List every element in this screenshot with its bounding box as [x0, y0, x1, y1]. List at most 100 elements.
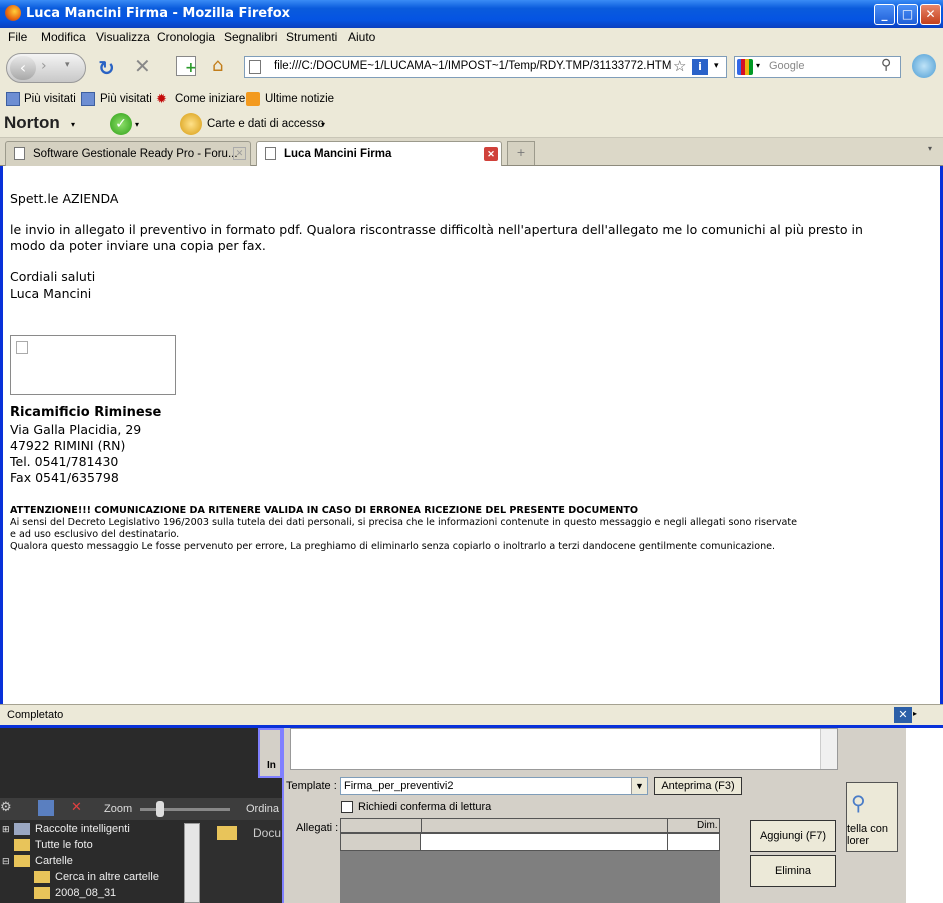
engine-dropdown-icon[interactable]: ▾: [756, 61, 760, 70]
template-value: Firma_per_preventivi2: [344, 780, 454, 792]
expand-icon[interactable]: ⊞: [2, 824, 10, 835]
lock-icon[interactable]: [180, 113, 202, 135]
folder-tree: ⊞ Raccolte intelligenti Tutte le foto ⊟ …: [0, 820, 200, 903]
template-select[interactable]: Firma_per_preventivi2 ▼: [340, 777, 648, 795]
skype-icon[interactable]: [912, 54, 936, 78]
preview-button[interactable]: Anteprima (F3): [654, 777, 742, 795]
warning-line-3: Qualora questo messaggio Le fosse perven…: [10, 541, 776, 552]
add-attachment-button[interactable]: Aggiungi (F7): [750, 820, 836, 852]
document-label: Docu: [253, 826, 282, 840]
google-engine-icon[interactable]: [737, 59, 753, 75]
bookmarks-toolbar: Più visitati Più visitati ✹ Come iniziar…: [0, 88, 943, 111]
new-tab-button[interactable]: +: [507, 141, 535, 165]
menu-modifica[interactable]: Modifica: [41, 30, 86, 44]
tab-close-icon[interactable]: ✕: [484, 147, 498, 161]
history-dropdown-icon[interactable]: ▾: [65, 60, 70, 70]
safe-check-icon[interactable]: ✓: [110, 113, 132, 135]
menu-strumenti[interactable]: Strumenti: [286, 30, 337, 44]
folder-icon: [217, 826, 237, 840]
navigation-toolbar: ‹ › ▾ ↻ ✕ + ⌂ file:///C:/DOCUME~1/LUCAMA…: [0, 48, 943, 88]
bookmark-star-icon[interactable]: ☆: [673, 57, 686, 75]
new-tab-icon[interactable]: +: [176, 56, 197, 76]
menu-visualizza[interactable]: Visualizza: [96, 30, 150, 44]
explorer-label-1: tella con: [847, 823, 888, 835]
menu-aiuto[interactable]: Aiuto: [348, 30, 375, 44]
back-icon[interactable]: ‹: [10, 56, 36, 80]
textarea-scrollbar[interactable]: [820, 729, 837, 769]
address-bar[interactable]: file:///C:/DOCUME~1/LUCAMA~1/IMPOST~1/Te…: [244, 56, 727, 78]
background-header: [0, 728, 282, 798]
search-icon[interactable]: ⚲: [881, 57, 891, 73]
status-dropdown-icon[interactable]: ▸: [913, 709, 917, 718]
folder-icon: [14, 839, 30, 851]
explorer-button[interactable]: ⚲ tella con lorer: [846, 782, 898, 852]
fax: Fax 0541/635798: [10, 470, 119, 485]
status-bar: Completato ✕ ▸: [0, 704, 943, 725]
delete-attachment-button[interactable]: Elimina: [750, 855, 836, 887]
collapse-icon[interactable]: ⊟: [2, 856, 10, 867]
tab-list-dropdown-icon[interactable]: ▾: [928, 144, 932, 153]
norton-vault[interactable]: Carte e dati di accesso: [207, 118, 324, 130]
template-dropdown-icon[interactable]: ▼: [631, 778, 647, 794]
reload-icon[interactable]: ↻: [98, 56, 115, 80]
background-toolbar: ⚙ ✕ Zoom Ordina: [0, 798, 282, 820]
explorer-label-2: lorer: [847, 835, 870, 847]
zoom-slider-handle[interactable]: [156, 801, 164, 817]
forward-icon[interactable]: ›: [41, 58, 47, 74]
maximize-button[interactable]: □: [897, 4, 918, 25]
tree-item-raccolte[interactable]: Raccolte intelligenti: [35, 823, 130, 835]
bookmark-piu-visitati-2[interactable]: Più visitati: [100, 93, 152, 105]
home-icon[interactable]: ⌂: [212, 55, 223, 76]
right-panel: ⚲ tella con lorer: [842, 728, 943, 903]
tab-software-gestionale[interactable]: Software Gestionale Ready Pro - Foru... …: [5, 141, 251, 166]
address-text[interactable]: file:///C:/DOCUME~1/LUCAMA~1/IMPOST~1/Te…: [274, 60, 671, 72]
table-row[interactable]: [340, 833, 720, 851]
bookmark-come-iniziare[interactable]: Come iniziare: [175, 93, 245, 105]
minimize-button[interactable]: _: [874, 4, 895, 25]
message-textarea[interactable]: [290, 728, 838, 770]
menu-segnalibri[interactable]: Segnalibri: [224, 30, 277, 44]
vault-dropdown-icon[interactable]: ▾: [321, 120, 325, 129]
bookmark-folder-icon: [81, 92, 95, 106]
broken-image-icon: [16, 341, 28, 354]
zoom-slider[interactable]: [140, 808, 230, 811]
address-dropdown-icon[interactable]: ▾: [714, 61, 719, 71]
settings-icon[interactable]: ⚙: [0, 800, 12, 815]
rss-icon: [246, 92, 260, 106]
status-text: Completato: [7, 709, 64, 721]
attachments-header: Dim.: [340, 818, 720, 833]
read-receipt-checkbox[interactable]: [341, 801, 353, 813]
norton-dropdown-icon[interactable]: ▾: [71, 120, 75, 129]
close-button[interactable]: ✕: [920, 4, 941, 25]
import-icon[interactable]: [38, 800, 54, 816]
broken-image-placeholder: [10, 335, 176, 395]
safe-dropdown-icon[interactable]: ▾: [135, 120, 139, 129]
tree-item-tutte-foto[interactable]: Tutte le foto: [35, 839, 93, 851]
search-box[interactable]: ▾ Google ⚲: [734, 56, 901, 78]
menu-cronologia[interactable]: Cronologia: [157, 30, 215, 44]
bookmark-piu-visitati-1[interactable]: Più visitati: [24, 93, 76, 105]
attachments-table[interactable]: Dim.: [340, 818, 720, 903]
column-divider: [667, 819, 668, 833]
norton-brand[interactable]: Norton: [4, 113, 60, 133]
menu-bar: File Modifica Visualizza Cronologia Segn…: [0, 28, 943, 48]
delete-icon[interactable]: ✕: [71, 800, 82, 815]
tree-item-cartelle[interactable]: Cartelle: [35, 855, 73, 867]
tab-close-icon[interactable]: ✕: [233, 147, 246, 160]
info-icon[interactable]: i: [692, 59, 708, 75]
status-addon-icon[interactable]: ✕: [894, 707, 912, 723]
page-icon: [14, 147, 25, 160]
tree-item-2008[interactable]: 2008_08_31: [55, 887, 116, 899]
stop-icon[interactable]: ✕: [134, 54, 151, 78]
address-line-1: Via Galla Placidia, 29: [10, 422, 142, 437]
read-receipt-label: Richiedi conferma di lettura: [358, 801, 492, 813]
warning-line-2: e ad uso esclusivo del destinatario.: [10, 529, 180, 540]
menu-file[interactable]: File: [8, 30, 27, 44]
zoom-label: Zoom: [104, 803, 133, 815]
folder-tree-scrollbar[interactable]: [184, 823, 200, 903]
tab-luca-mancini-firma[interactable]: Luca Mancini Firma ✕: [256, 141, 502, 167]
back-forward-group: ‹ › ▾: [6, 53, 86, 83]
bookmark-ultime-notizie[interactable]: Ultime notizie: [265, 93, 334, 105]
page-icon: [265, 147, 276, 160]
tree-item-cerca[interactable]: Cerca in altre cartelle: [55, 871, 159, 883]
